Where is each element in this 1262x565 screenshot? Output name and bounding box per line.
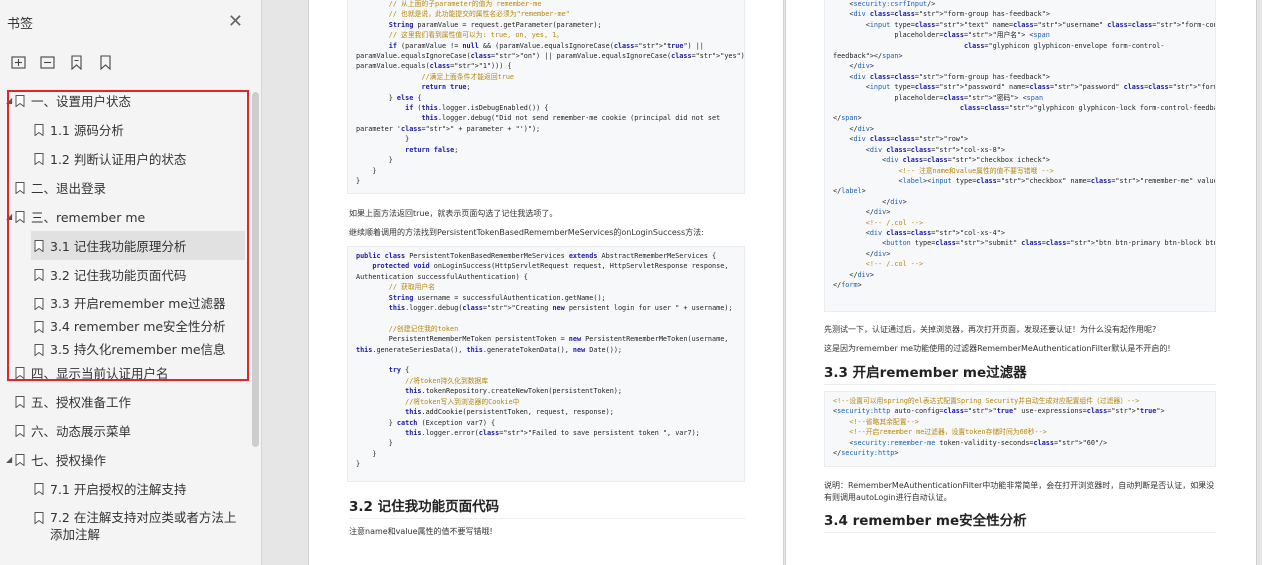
bookmarks-title: 书签 — [7, 16, 34, 32]
expand-triangle-icon[interactable]: ◢ — [6, 212, 15, 221]
bookmark-label: 3.5 持久化remember me信息 — [50, 342, 226, 357]
bookmark-item[interactable]: 五、授权准备工作 — [0, 387, 250, 416]
bookmark-label: 六、动态展示菜单 — [31, 424, 132, 439]
bookmark-item[interactable]: 3.1 记住我功能原理分析 — [31, 231, 245, 260]
bookmark-label: 3.1 记住我功能原理分析 — [50, 239, 187, 254]
bookmarks-header: 书签 ✕ — [0, 0, 261, 44]
bookmark-item[interactable]: 二、退出登录 — [0, 173, 250, 202]
close-icon[interactable]: ✕ — [228, 13, 243, 31]
paragraph: 先测试一下，认证通过后，关掉浏览器，再次打开页面，发现还要认证！为什么没有起作用… — [824, 325, 1157, 334]
bookmark-tree: ◢ 一、设置用户状态 1.1 源码分析 1.2 判断认证用户的状态二、退出登录 ◢ 三、r… — [0, 86, 250, 543]
bookmark-label: 一、设置用户状态 — [31, 94, 132, 109]
bookmark-label: 四、显示当前认证用户名 — [31, 366, 169, 381]
paragraph: 注意name和value属性的值不要写错哦! — [349, 527, 493, 536]
bookmark-item[interactable]: 3.4 remember me安全性分析 — [0, 312, 250, 335]
section-heading: 3.4 remember me安全性分析 — [824, 509, 1216, 533]
document-page-right: <security:csrfInput/> <div class=class="… — [785, 0, 1257, 565]
bookmark-icon — [34, 152, 50, 165]
expand-triangle-icon[interactable]: ◢ — [6, 455, 15, 464]
bookmark-item[interactable]: 3.3 开启remember me过滤器 — [0, 289, 250, 312]
bookmark-item[interactable]: ◢ 一、设置用户状态 — [0, 86, 250, 115]
bookmark-label: 7.1 开启授权的注解支持 — [50, 482, 187, 497]
code-block: <security:csrfInput/> <div class=class="… — [824, 0, 1216, 312]
bookmark-item[interactable]: ◢ 三、remember me — [0, 202, 250, 231]
section-heading: 3.3 开启remember me过滤器 — [824, 361, 1216, 385]
bookmark-item[interactable]: 1.1 源码分析 — [0, 115, 250, 144]
section-heading: 3.2 记住我功能页面代码 — [349, 495, 745, 519]
bookmark-label: 3.3 开启remember me过滤器 — [50, 296, 226, 311]
bookmark-icon[interactable] — [97, 54, 114, 71]
bookmark-icon — [15, 94, 31, 107]
expand-all-icon[interactable] — [10, 54, 27, 71]
bookmark-item[interactable]: 3.2 记住我功能页面代码 — [0, 260, 250, 289]
expand-triangle-icon[interactable]: ◢ — [6, 96, 15, 105]
paragraph: 这是因为remember me功能使用的过滤器RememberMeAuthent… — [824, 344, 1171, 353]
pdf-viewer: 书签 ✕ ◢ 一、设置用户状态 1.1 源码分析 1.2 判断认证用户的状态二、退出登… — [0, 0, 1262, 565]
bookmark-label: 7.2 在注解支持对应类或者方法上添加注解 — [50, 510, 237, 542]
bookmark-item[interactable]: 四、显示当前认证用户名 — [0, 358, 250, 387]
bookmark-icon — [15, 395, 31, 408]
bookmarks-panel: 书签 ✕ ◢ 一、设置用户状态 1.1 源码分析 1.2 判断认证用户的状态二、退出登… — [0, 0, 262, 565]
bookmark-icon — [15, 210, 31, 223]
bookmark-label: 3.4 remember me安全性分析 — [50, 319, 226, 334]
bookmark-icon — [15, 424, 31, 437]
collapse-all-icon[interactable] — [39, 54, 56, 71]
bookmark-item[interactable]: 7.1 开启授权的注解支持 — [0, 474, 250, 503]
bookmark-icon — [15, 453, 31, 466]
sidebar-scrollbar[interactable] — [252, 92, 259, 447]
bookmark-label: 七、授权操作 — [31, 453, 107, 468]
bookmark-item[interactable]: 六、动态展示菜单 — [0, 416, 250, 445]
code-block: public class PersistentTokenBasedRemembe… — [347, 246, 745, 482]
code-block: // 从上面的子parameter的值为 remember-me // 也就是说… — [347, 0, 745, 194]
bookmark-icon — [34, 268, 50, 281]
bookmark-item[interactable]: 7.2 在注解支持对应类或者方法上添加注解 — [0, 503, 250, 543]
bookmark-label: 三、remember me — [31, 210, 146, 225]
bookmark-icon — [15, 366, 31, 379]
bookmark-label: 二、退出登录 — [31, 181, 107, 196]
code-block: <!--设置可以用spring的el表达式配置Spring Security并自… — [824, 391, 1216, 467]
bookmark-icon — [34, 482, 50, 495]
paragraph: 说明：RememberMeAuthenticationFilter中功能非常简单… — [824, 481, 1215, 502]
bookmark-icon — [34, 341, 50, 356]
bookmark-item[interactable]: 1.2 判断认证用户的状态 — [0, 144, 250, 173]
bookmark-icon — [34, 509, 50, 524]
bookmark-label: 五、授权准备工作 — [31, 395, 132, 410]
paragraph: 如果上面方法返回true，就表示页面勾选了记住我选项了。 — [349, 209, 558, 218]
bookmark-icon — [34, 123, 50, 136]
document-page-left: // 从上面的子parameter的值为 remember-me // 也就是说… — [308, 0, 784, 565]
bookmark-label: 1.1 源码分析 — [50, 123, 124, 138]
bookmark-label: 1.2 判断认证用户的状态 — [50, 152, 187, 167]
bookmark-label: 3.2 记住我功能页面代码 — [50, 268, 187, 283]
bookmark-item[interactable]: ◢ 七、授权操作 — [0, 445, 250, 474]
bookmark-icon — [34, 295, 50, 310]
add-bookmark-icon[interactable] — [68, 54, 85, 71]
paragraph: 继续顺着调用的方法找到PersistentTokenBasedRememberM… — [349, 228, 704, 237]
bookmark-icon — [34, 318, 50, 333]
bookmark-icon — [34, 239, 50, 252]
bookmark-item[interactable]: 3.5 持久化remember me信息 — [0, 335, 250, 358]
bookmark-icon — [15, 181, 31, 194]
bookmarks-toolbar — [0, 44, 261, 80]
